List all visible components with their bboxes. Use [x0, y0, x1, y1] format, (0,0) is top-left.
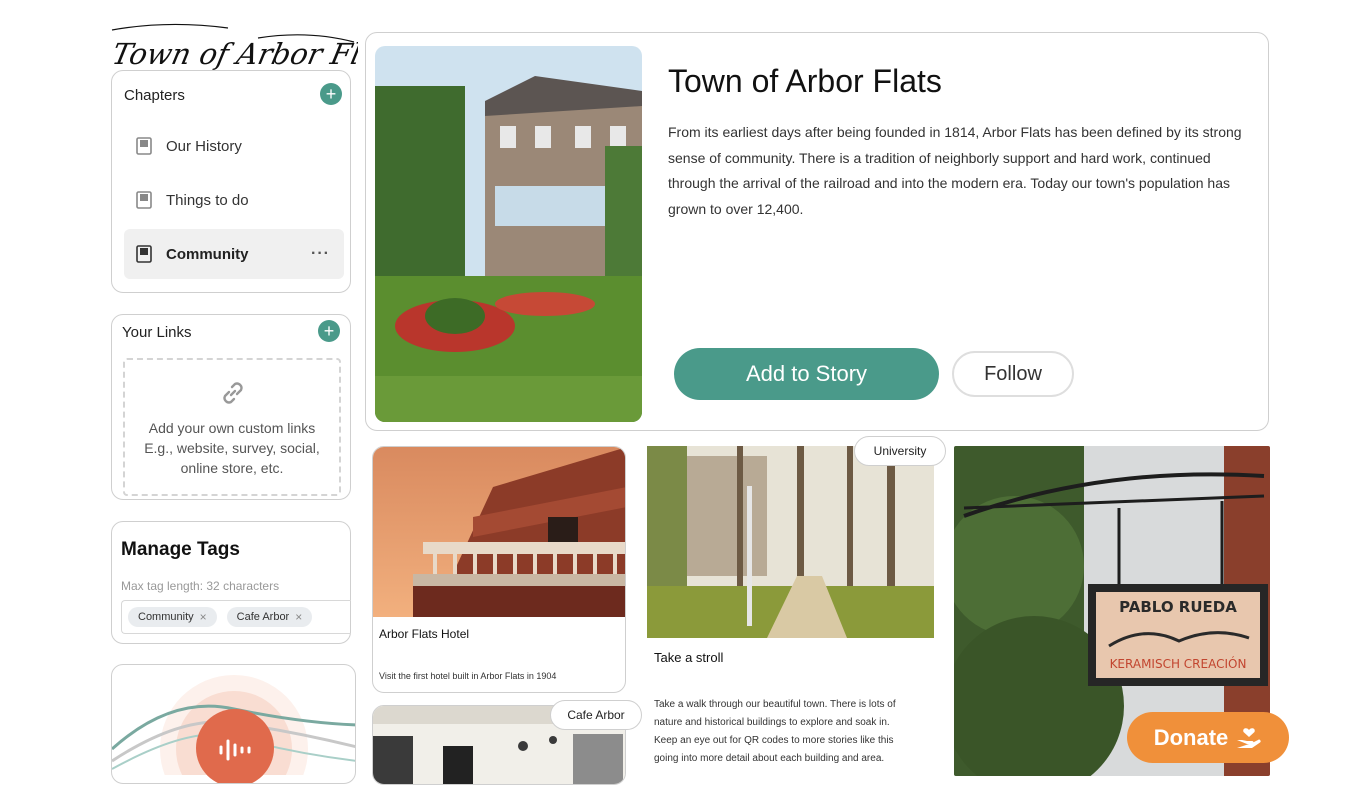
- link-icon: [223, 382, 243, 404]
- hero-title: Town of Arbor Flats: [668, 63, 942, 99]
- add-chapter-button[interactable]: +: [320, 83, 342, 105]
- hotel-image: [373, 447, 625, 617]
- play-audio-button[interactable]: [196, 709, 274, 783]
- tag-pill-cafe-arbor[interactable]: Cafe Arbor: [550, 700, 642, 730]
- book-icon: [136, 245, 152, 263]
- book-icon: [136, 191, 152, 209]
- story-card-stroll[interactable]: Take a stroll Take a walk through our be…: [647, 446, 934, 776]
- more-options-icon[interactable]: ···: [311, 245, 330, 263]
- chapter-item-label: Community: [166, 245, 249, 263]
- svg-text:Town of Arbor Flats: Town of Arbor Flats: [109, 37, 358, 71]
- hero-description: From its earliest days after being found…: [668, 124, 1242, 217]
- story-text: Take a walk through our beautiful town. …: [654, 699, 896, 764]
- tags-hint: Max tag length: 32 characters: [121, 579, 280, 593]
- stroll-image: [647, 446, 934, 638]
- tag-chip: Cafe Arbor ×: [226, 607, 313, 627]
- donate-label: Donate: [1153, 724, 1229, 750]
- chapter-item-label: Things to do: [166, 191, 249, 209]
- chapters-title: Chapters: [124, 87, 185, 104]
- add-link-dropzone[interactable]: Add your own custom links E.g., website,…: [123, 358, 341, 496]
- tag-chip: Community ×: [128, 607, 217, 627]
- book-icon: [136, 137, 152, 155]
- tags-title: Manage Tags: [121, 539, 240, 560]
- audio-waveform-icon: [219, 739, 251, 761]
- story-text: Visit the first hotel built in Arbor Fla…: [379, 671, 557, 681]
- tags-panel: Manage Tags Max tag length: 32 character…: [111, 521, 351, 644]
- audio-panel: [111, 664, 356, 784]
- chapters-panel: Chapters + Our History Things to do Comm…: [111, 70, 351, 293]
- chapter-item-community[interactable]: Community ···: [124, 229, 344, 279]
- donate-hand-heart-icon: [1237, 727, 1261, 748]
- story-title: Take a stroll: [654, 650, 724, 665]
- follow-button[interactable]: Follow: [952, 351, 1074, 397]
- links-panel: Your Links + Add your own custom links E…: [111, 314, 351, 500]
- story-card-hotel[interactable]: Arbor Flats Hotel Visit the first hotel …: [372, 446, 626, 693]
- hero-image-town-park: [375, 46, 642, 422]
- sign-text: PABLO RUEDA: [1119, 598, 1237, 616]
- remove-tag-icon[interactable]: ×: [200, 610, 207, 624]
- add-to-story-button[interactable]: Add to Story: [674, 348, 939, 400]
- chapter-item-our-history[interactable]: Our History: [124, 121, 344, 171]
- sign-text: KERAMISCH CREACIÓN: [1110, 656, 1247, 671]
- tags-input[interactable]: Community × Cafe Arbor ×: [121, 600, 351, 634]
- hero-card: Town of Arbor Flats From its earliest da…: [365, 32, 1269, 431]
- tag-pill-university[interactable]: University: [854, 436, 946, 466]
- donate-button[interactable]: Donate: [1127, 712, 1289, 763]
- remove-tag-icon[interactable]: ×: [295, 610, 302, 624]
- links-title: Your Links: [122, 324, 192, 341]
- chapter-item-things-to-do[interactable]: Things to do: [124, 175, 344, 225]
- chapter-item-label: Our History: [166, 137, 242, 155]
- add-link-button[interactable]: +: [318, 320, 340, 342]
- links-empty-text: Add your own custom links E.g., website,…: [144, 420, 320, 476]
- story-title: Arbor Flats Hotel: [379, 627, 470, 641]
